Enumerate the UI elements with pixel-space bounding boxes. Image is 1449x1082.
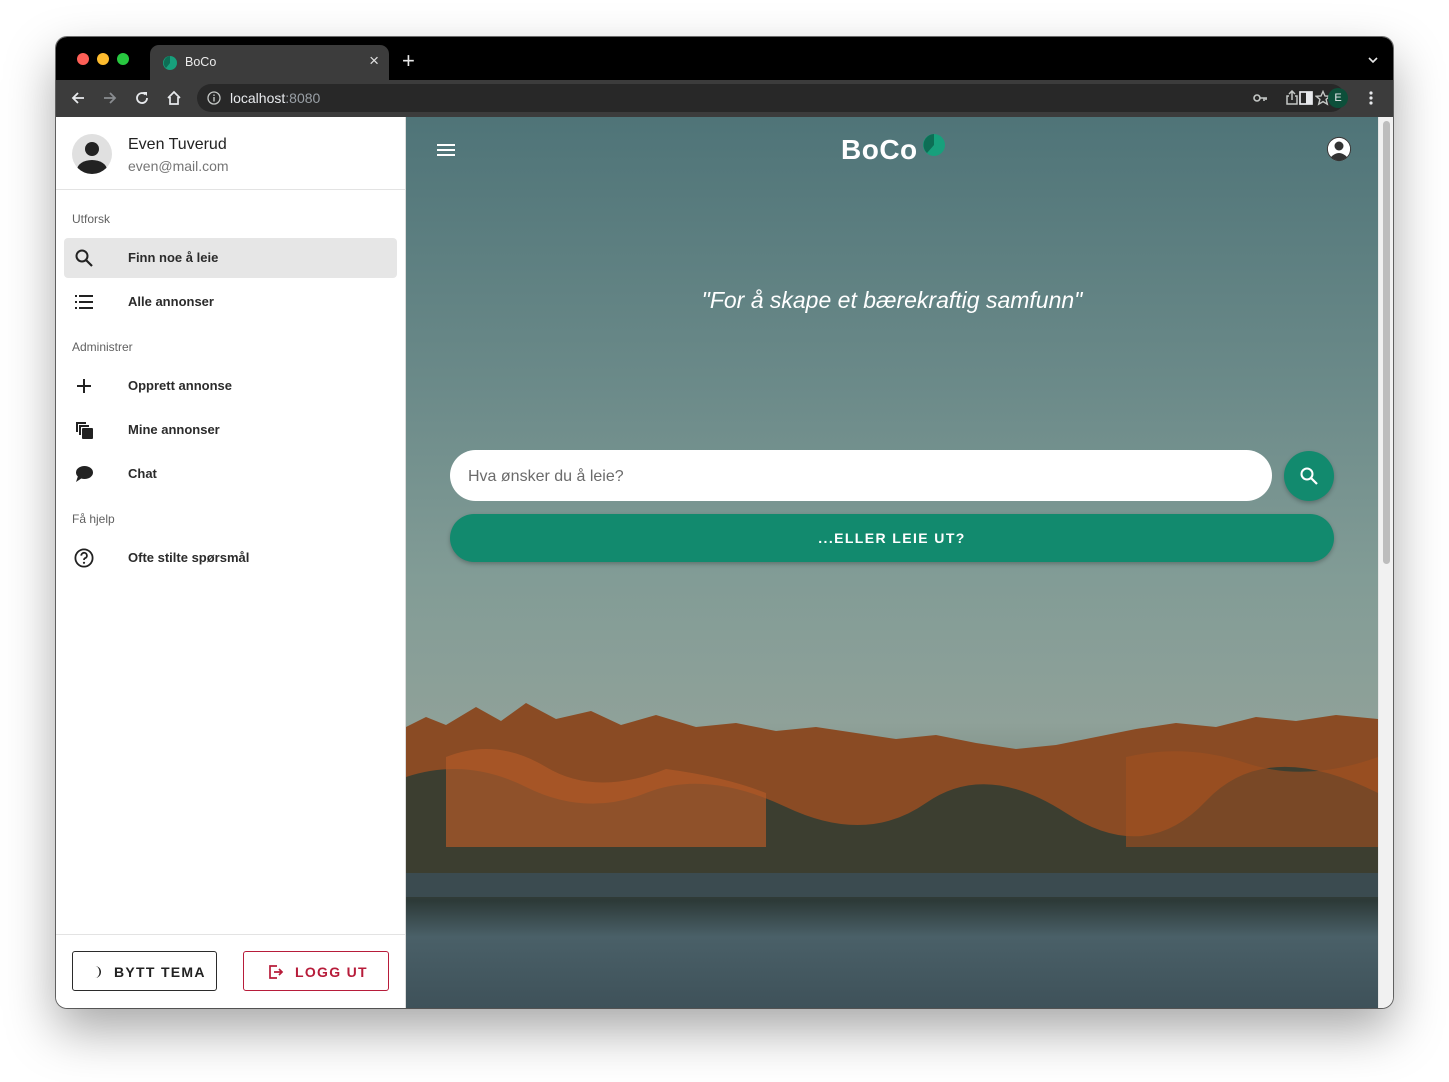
- nav-label: Finn noe å leie: [128, 250, 219, 265]
- moon-icon: [92, 965, 102, 984]
- copy-icon: [74, 420, 94, 440]
- browser-tab[interactable]: BoCo ×: [150, 45, 389, 80]
- nav-create-listing[interactable]: Opprett annonse: [64, 366, 397, 406]
- nav-label: Chat: [128, 466, 157, 481]
- nav-label: Alle annonser: [128, 294, 214, 309]
- switch-theme-label: BYTT TEMA: [114, 964, 206, 980]
- key-icon[interactable]: [1252, 90, 1268, 111]
- switch-theme-button[interactable]: BYTT TEMA: [72, 951, 217, 991]
- browser-toolbar: localhost:8080 E: [56, 80, 1393, 118]
- new-tab-button[interactable]: +: [402, 50, 415, 72]
- menu-icon[interactable]: [436, 140, 456, 160]
- user-email: even@mail.com: [128, 158, 229, 174]
- avatar: [72, 134, 112, 174]
- minimize-window-button[interactable]: [97, 53, 109, 65]
- nav-label: Mine annonser: [128, 422, 220, 437]
- rent-out-button[interactable]: ...ELLER LEIE UT?: [450, 514, 1334, 562]
- home-icon[interactable]: [165, 89, 183, 107]
- boco-logo[interactable]: BoCo: [841, 133, 946, 166]
- url-text: localhost:8080: [230, 90, 320, 106]
- leaf-icon: [922, 133, 946, 162]
- rent-out-label: ...ELLER LEIE UT?: [818, 530, 966, 546]
- url-port: :8080: [285, 90, 321, 106]
- search-button[interactable]: [1284, 451, 1334, 501]
- nav-all-listings[interactable]: Alle annonser: [64, 282, 397, 322]
- section-explore: Utforsk: [72, 212, 111, 226]
- search-icon: [74, 248, 94, 268]
- chat-icon: [74, 464, 94, 484]
- scrollbar-thumb[interactable]: [1383, 121, 1390, 564]
- search-bar: [450, 450, 1272, 503]
- site-info-icon[interactable]: [207, 91, 221, 110]
- scrollbar[interactable]: [1378, 117, 1393, 1008]
- side-panel-icon[interactable]: [1297, 89, 1315, 107]
- logout-label: LOGG UT: [295, 964, 368, 980]
- tab-close-icon[interactable]: ×: [369, 51, 379, 71]
- forward-arrow-icon[interactable]: [101, 89, 119, 107]
- section-manage: Administrer: [72, 340, 133, 354]
- close-window-button[interactable]: [77, 53, 89, 65]
- boco-favicon-icon: [162, 55, 178, 76]
- address-bar[interactable]: localhost:8080: [197, 84, 1345, 112]
- tagline: "For å skape et bærekraftig samfunn": [701, 287, 1083, 313]
- nav-my-listings[interactable]: Mine annonser: [64, 410, 397, 450]
- drawer-footer: BYTT TEMA LOGG UT: [56, 934, 405, 1008]
- logout-icon: [268, 964, 284, 985]
- profile-avatar[interactable]: E: [1328, 88, 1348, 108]
- browser-window: BoCo × + localhost:8080 E Even Tuverud e…: [56, 37, 1393, 1008]
- search-input[interactable]: [466, 450, 1260, 503]
- tab-title: BoCo: [185, 55, 217, 69]
- list-icon: [74, 292, 94, 312]
- nav-label: Opprett annonse: [128, 378, 233, 393]
- section-help: Få hjelp: [72, 512, 115, 526]
- back-arrow-icon[interactable]: [69, 89, 87, 107]
- logout-button[interactable]: LOGG UT: [243, 951, 389, 991]
- user-info: Even Tuverud even@mail.com: [56, 117, 405, 190]
- search-icon: [1299, 466, 1319, 491]
- reload-icon[interactable]: [133, 89, 151, 107]
- logo-text: BoCo: [841, 134, 918, 165]
- nav-find-rental[interactable]: Finn noe å leie: [64, 238, 397, 278]
- user-name: Even Tuverud: [128, 136, 227, 153]
- account-icon[interactable]: [1326, 136, 1352, 167]
- help-icon: [74, 548, 94, 568]
- nav-chat[interactable]: Chat: [64, 454, 397, 494]
- maximize-window-button[interactable]: [117, 53, 129, 65]
- plus-icon: [74, 376, 94, 396]
- page-viewport: Even Tuverud even@mail.com Utforsk Finn …: [56, 117, 1393, 1008]
- url-host: localhost: [230, 90, 286, 106]
- nav-faq[interactable]: Ofte stilte spørsmål: [64, 538, 397, 578]
- chevron-down-icon[interactable]: [1367, 53, 1379, 71]
- navigation-drawer: Even Tuverud even@mail.com Utforsk Finn …: [56, 117, 406, 1008]
- nav-label: Ofte stilte spørsmål: [128, 550, 250, 565]
- tab-strip: BoCo × +: [56, 37, 1393, 80]
- forest-background: [406, 703, 1378, 897]
- more-vertical-icon[interactable]: [1362, 89, 1380, 107]
- hero-section: BoCo "For å skape et bærekraftig samfunn…: [406, 117, 1378, 1008]
